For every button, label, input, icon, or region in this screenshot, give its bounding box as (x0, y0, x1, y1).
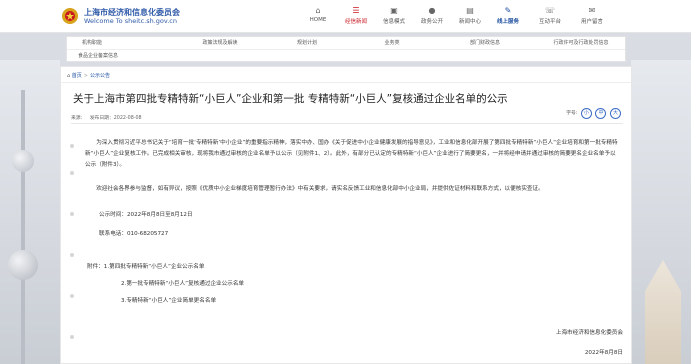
nav-home[interactable]: ⌂ HOME (300, 5, 336, 23)
bullet-dot (70, 294, 74, 298)
signature-date: 2022年8月8日 (584, 350, 623, 356)
font-size-large-button[interactable]: 大 (610, 108, 621, 119)
signature-org: 上海市经济和信息化委员会 (555, 330, 623, 336)
site-subtitle: Welcome To sheitc.sh.gov.cn (84, 17, 177, 25)
tower-sphere-lower (8, 250, 38, 280)
gov-icon: ● (428, 6, 436, 15)
subnav-divider (67, 49, 625, 50)
site-header: 上海市经济和信息化委员会 Welcome To sheitc.sh.gov.cn… (0, 0, 691, 33)
subnav-item[interactable]: 政策法规及解读 (185, 37, 255, 49)
home-small-icon: ⌂ (67, 73, 71, 79)
info-icon: ▣ (390, 6, 398, 15)
bullet-dot (70, 171, 74, 175)
paragraph-feedback: 欢迎社会各界参与监督，如有异议，按照《优质中小企业梯度培育管理暂行办法》中有关要… (96, 186, 544, 192)
bullet-dot (70, 253, 74, 257)
nav-media[interactable]: ▤ 新闻中心 (452, 5, 488, 25)
background-left (0, 60, 60, 364)
subnav-item[interactable]: 行政许可及行政处罚信息 (537, 37, 625, 49)
publicity-time: 公示时间：2022年8月8日至8月12日 (99, 212, 193, 218)
subnav-item[interactable]: 规划计划 (282, 37, 332, 49)
message-icon: ✉ (588, 6, 596, 15)
emblem-icon (62, 8, 78, 24)
font-size-medium-button[interactable]: 中 (595, 108, 607, 119)
paragraph-intro: 为深入贯彻习近平总书记关于“培育一批‘专精特新’中小企业”的重要指示精神，落实中… (85, 140, 618, 168)
nav-info[interactable]: ▣ 信息模式 (376, 5, 412, 25)
service-icon: ✎ (504, 6, 512, 15)
media-icon: ▤ (466, 6, 474, 15)
chat-icon: ☏ (544, 6, 555, 15)
article-title: 关于上海市第四批专精特新“小巨人”企业和第一批 专精特新“小巨人”复核通过企业名… (73, 93, 508, 105)
attachment-2[interactable]: 2.第一批专精特新“小巨人”复核通过企业公示名单 (121, 279, 244, 287)
bullet-dot (70, 212, 74, 216)
article-meta: 来源: 发布日期：2022-08-08 (71, 114, 148, 121)
nav-chat[interactable]: ☏ 互动平台 (532, 5, 568, 25)
breadcrumb-separator: > (83, 73, 88, 79)
attachment-1[interactable]: 附件：1.第四批专精特新“小巨人”企业公示名单 (87, 262, 204, 270)
breadcrumb-home[interactable]: 首页 (72, 73, 82, 79)
subnav-item[interactable]: 业务类 (367, 37, 417, 49)
subnav-item[interactable]: 部门财政信息 (455, 37, 515, 49)
news-icon: ☰ (352, 6, 360, 15)
nav-service[interactable]: ✎ 线上服务 (490, 5, 526, 25)
bullet-dot (70, 144, 74, 148)
home-icon: ⌂ (315, 6, 321, 15)
main-content: ⌂ 首页 > 公示公告 关于上海市第四批专精特新“小巨人”企业和第一批 专精特新“小… (60, 66, 632, 364)
divider (71, 123, 623, 124)
publish-date: 发布日期：2022-08-08 (89, 116, 142, 121)
breadcrumb-current[interactable]: 公示公告 (90, 73, 110, 79)
nav-gov[interactable]: ● 政务公开 (414, 5, 450, 25)
bullet-dot (70, 335, 74, 339)
subnav-item[interactable]: 机构职能 (67, 37, 117, 49)
divider (61, 82, 631, 83)
nav-news[interactable]: ☰ 经信新闻 (338, 5, 374, 25)
font-size-label: 字号: (566, 111, 578, 116)
breadcrumb: ⌂ 首页 > 公示公告 (67, 72, 110, 79)
subnav-item[interactable]: 食品企业备案信息 (67, 50, 129, 62)
tower-sphere-upper (12, 150, 34, 172)
tower-illustration (21, 90, 25, 364)
source-label: 来源: (71, 116, 83, 121)
contact-phone: 联系电话：010-68205727 (99, 231, 169, 237)
font-size-small-button[interactable]: 小 (580, 108, 592, 119)
sub-nav: 机构职能 政策法规及解读 规划计划 业务类 部门财政信息 行政许可及行政处罚信息… (66, 36, 626, 62)
nav-message[interactable]: ✉ 用户留言 (574, 5, 610, 25)
attachment-3[interactable]: 3.专精特新“小巨人”企业简单更名名单 (121, 296, 216, 304)
font-size-control: 字号: 小 中 大 (566, 108, 621, 119)
